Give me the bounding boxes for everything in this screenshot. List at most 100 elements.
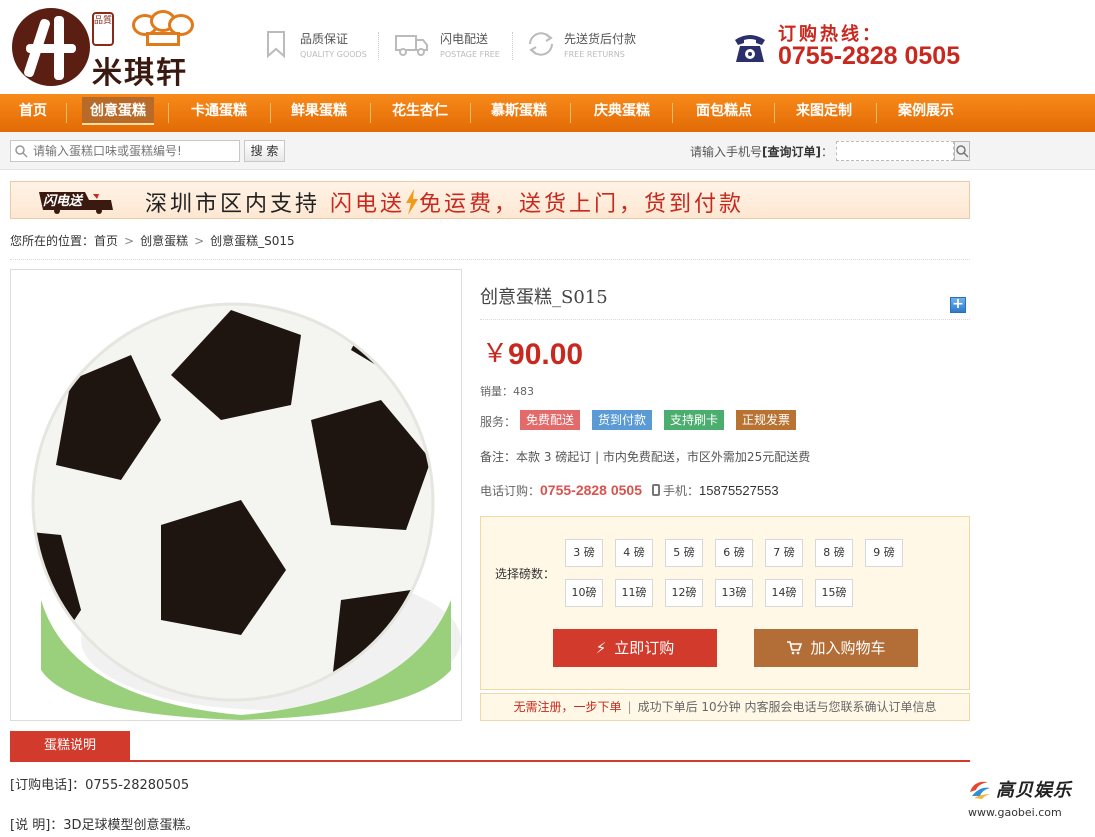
nav-item-cases[interactable]: 案例展示	[882, 94, 970, 132]
mobile-icon	[652, 484, 661, 496]
logo-mark-icon	[12, 8, 90, 86]
add-to-cart-button[interactable]: 加入购物车	[754, 629, 918, 667]
nav-divider	[370, 103, 371, 123]
nav-divider	[570, 103, 571, 123]
nav-item-home[interactable]: 首页	[8, 94, 58, 132]
nav-divider	[270, 103, 271, 123]
breadcrumb-current: 创意蛋糕_S015	[210, 234, 295, 248]
tab-description[interactable]: 蛋糕说明	[10, 731, 130, 761]
weight-option[interactable]: 12磅	[665, 579, 703, 607]
order-query-label: 请输入手机号[查询订单]：	[690, 145, 834, 159]
lightning-icon	[406, 189, 419, 215]
service-badge-invoice: 正规发票	[736, 410, 797, 430]
feature-sub: POSTAGE FREE	[440, 50, 500, 59]
order-note: 备注：本款 3 磅起订 | 市内免费配送，市区外需加25元配送费	[480, 450, 811, 464]
plus-icon[interactable]: +	[950, 297, 966, 313]
description-phone: [订购电话]：0755-28280505	[10, 778, 190, 793]
weight-label: 选择磅数：	[495, 567, 556, 581]
return-icon	[529, 32, 553, 56]
feature-title: 先送货后付款	[564, 32, 637, 46]
order-search-button[interactable]	[954, 141, 970, 161]
weight-option[interactable]: 11磅	[615, 579, 653, 607]
feature-sub: QUALITY GOODS	[300, 50, 367, 59]
nav-item-creative[interactable]: 创意蛋糕	[74, 94, 162, 132]
weight-option[interactable]: 13磅	[715, 579, 753, 607]
hotline-number[interactable]: 0755-2828 0505	[778, 42, 960, 71]
watermark-text: 高贝娱乐	[996, 780, 1072, 801]
search-bar: 搜 索 请输入手机号[查询订单]：	[0, 132, 1095, 170]
product-image[interactable]	[10, 269, 462, 721]
weight-option[interactable]: 10磅	[565, 579, 603, 607]
cart-icon	[787, 641, 803, 655]
soccer-cake-image	[31, 302, 461, 720]
mobile-number[interactable]: 15875527553	[699, 483, 779, 498]
delivery-banner[interactable]: 闪电送 深圳市区内支持 闪电送 免运费，送货上门，货到付款	[10, 181, 970, 219]
product-title: 创意蛋糕_S015	[480, 287, 608, 308]
search-button[interactable]: 搜 索	[244, 140, 285, 162]
banner-text: 深圳市区内支持 闪电送 免运费，送货上门，货到付款	[145, 186, 744, 218]
breadcrumb-category[interactable]: 创意蛋糕	[140, 234, 188, 248]
order-phone-input[interactable]	[836, 141, 954, 161]
breadcrumb-prefix: 您所在的位置：	[10, 234, 95, 248]
divider	[480, 319, 970, 320]
chevron-right-icon: >	[124, 234, 135, 248]
weight-option[interactable]: 4 磅	[615, 539, 653, 567]
weight-option[interactable]: 14磅	[765, 579, 803, 607]
divider	[10, 760, 970, 762]
nav-item-bread[interactable]: 面包糕点	[680, 94, 768, 132]
purchase-box: 选择磅数： 3 磅 4 磅 5 磅 6 磅 7 磅 8 磅 9 磅 10磅 11…	[480, 516, 970, 690]
telephone-icon	[735, 35, 765, 62]
nav-item-celebration[interactable]: 庆典蛋糕	[578, 94, 666, 132]
service-badge-free-delivery: 免费配送	[520, 410, 581, 430]
service-label: 服务：	[480, 415, 517, 429]
description-text: [说 明]：3D足球模型创意蛋糕。	[10, 818, 199, 833]
search-input[interactable]	[33, 143, 233, 159]
banner-logo-text: 闪电送	[43, 193, 84, 209]
watermark-url: www.gaobei.com	[968, 806, 1062, 819]
hotline: 订购热线： 0755-2828 0505	[732, 20, 982, 74]
weight-option[interactable]: 15磅	[815, 579, 853, 607]
weight-option[interactable]: 9 磅	[865, 539, 903, 567]
express-delivery-logo: 闪电送	[39, 192, 113, 214]
product-price: ￥90.00	[482, 338, 584, 371]
nav-divider	[470, 103, 471, 123]
weight-option[interactable]: 6 磅	[715, 539, 753, 567]
buy-now-button[interactable]: ⚡ 立即订购	[553, 629, 717, 667]
nav-item-peanut[interactable]: 花生杏仁	[376, 94, 464, 132]
registration-notice: 无需注册，一步下单 | 成功下单后 10分钟 内客服会电话与您联系确认订单信息	[480, 693, 970, 721]
chevron-right-icon: >	[194, 234, 205, 248]
breadcrumb: 您所在的位置：首页 > 创意蛋糕 > 创意蛋糕_S015	[10, 232, 295, 249]
truck-icon	[395, 35, 428, 56]
brand-name: 米琪轩	[92, 56, 188, 91]
tel-number[interactable]: 0755-2828 0505	[540, 482, 642, 498]
weight-option[interactable]: 7 磅	[765, 539, 803, 567]
nav-item-custom[interactable]: 来图定制	[780, 94, 868, 132]
main-nav: 首页 创意蛋糕 卡通蛋糕 鲜果蛋糕 花生杏仁 慕斯蛋糕 庆典蛋糕 面包糕点 来图…	[0, 94, 1095, 132]
search-icon	[956, 145, 969, 158]
nav-divider	[66, 103, 67, 123]
logo-seal: 品質	[92, 12, 114, 46]
nav-item-fruit[interactable]: 鲜果蛋糕	[276, 94, 362, 132]
service-badge-card: 支持刷卡	[664, 410, 725, 430]
weight-option[interactable]: 8 磅	[815, 539, 853, 567]
tel-order: 电话订购：0755-2828 0505 手机：15875527553	[480, 482, 779, 498]
nav-item-cartoon[interactable]: 卡通蛋糕	[176, 94, 262, 132]
divider	[10, 259, 970, 260]
nav-divider	[168, 103, 169, 123]
nav-item-mousse[interactable]: 慕斯蛋糕	[476, 94, 562, 132]
search-field[interactable]	[10, 140, 240, 162]
search-icon	[15, 145, 28, 158]
weight-option[interactable]: 3 磅	[565, 539, 603, 567]
bookmark-icon	[267, 31, 285, 58]
feature-divider	[512, 32, 513, 60]
feature-title: 闪电配送	[440, 32, 489, 46]
breadcrumb-home[interactable]: 首页	[94, 234, 118, 248]
watermark-logo-icon	[970, 781, 990, 799]
lightning-icon: ⚡	[595, 639, 607, 657]
service-badge-cod: 货到付款	[592, 410, 653, 430]
weight-option[interactable]: 5 磅	[665, 539, 703, 567]
feature-sub: FREE RETURNS	[564, 50, 625, 59]
chef-hat-icon	[132, 10, 194, 48]
site-header: 品質 米琪轩 品质保证 QUALITY GOODS 闪电配送 POSTAGE F…	[0, 0, 1095, 94]
brand-logo[interactable]: 品質 米琪轩	[12, 8, 212, 91]
